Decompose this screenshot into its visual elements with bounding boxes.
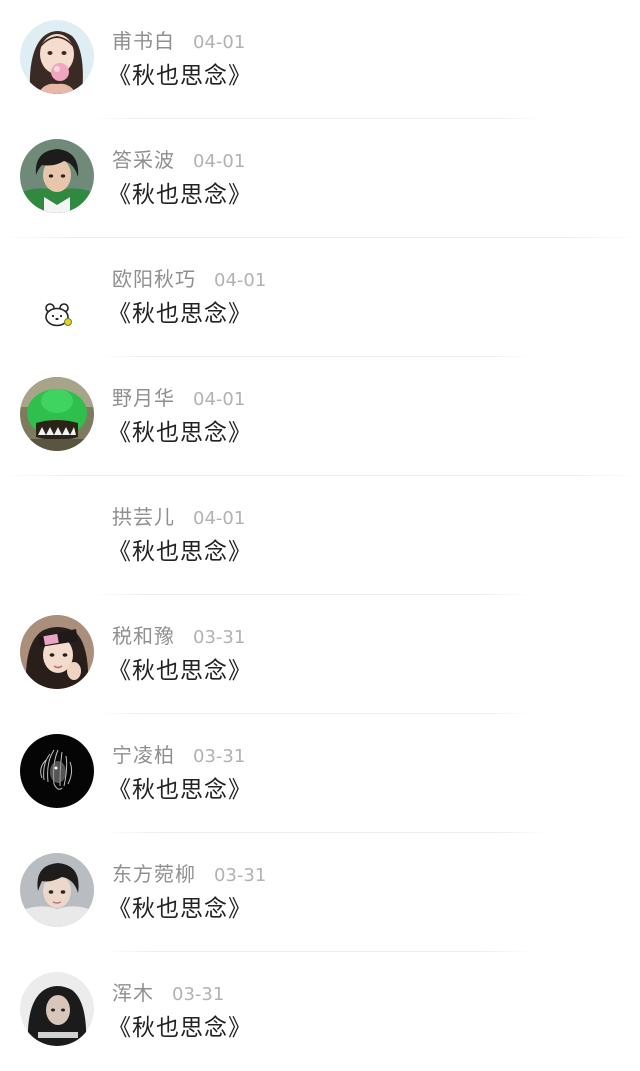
list-item[interactable]: 拱芸儿 04-01 《秋也思念》 [0, 476, 640, 595]
username[interactable]: 东方菀柳 [112, 862, 196, 886]
avatar[interactable] [20, 20, 94, 94]
comment-title[interactable]: 《秋也思念》 [108, 536, 252, 568]
list-item[interactable]: 东方菀柳 03-31 《秋也思念》 [0, 833, 640, 952]
comment-title[interactable]: 《秋也思念》 [108, 893, 252, 925]
list-item[interactable]: 答采波 04-01 《秋也思念》 [0, 119, 640, 238]
avatar[interactable] [20, 853, 94, 927]
comment-title[interactable]: 《秋也思念》 [108, 179, 252, 211]
avatar[interactable] [20, 258, 94, 332]
cartoon-bear-icon [20, 258, 94, 332]
black-white-lion-icon [20, 734, 94, 808]
comment-date: 03-31 [193, 627, 246, 648]
comment-list: 甫书白 04-01 《秋也思念》 答采波 04-01 《秋也思念》 欧阳秋巧 0… [0, 0, 640, 1070]
username[interactable]: 拱芸儿 [112, 505, 175, 529]
comment-date: 04-01 [193, 508, 246, 529]
username[interactable]: 税和豫 [112, 624, 175, 648]
comment-date: 04-01 [193, 151, 246, 172]
green-dinosaur-icon [20, 377, 94, 451]
list-item[interactable]: 税和豫 03-31 《秋也思念》 [0, 595, 640, 714]
avatar[interactable] [20, 615, 94, 689]
comment-title[interactable]: 《秋也思念》 [108, 298, 252, 330]
avatar[interactable] [20, 496, 94, 570]
username[interactable]: 野月华 [112, 386, 175, 410]
comment-date: 04-01 [193, 32, 246, 53]
comment-date: 03-31 [214, 865, 267, 886]
avatar[interactable] [20, 139, 94, 213]
comment-date: 03-31 [193, 746, 246, 767]
username[interactable]: 欧阳秋巧 [112, 267, 196, 291]
avatar[interactable] [20, 377, 94, 451]
list-item[interactable]: 甫书白 04-01 《秋也思念》 [0, 0, 640, 119]
young-man-portrait-icon [20, 853, 94, 927]
comment-title[interactable]: 《秋也思念》 [108, 655, 252, 687]
young-man-photo-icon [20, 139, 94, 213]
username[interactable]: 宁凌柏 [112, 743, 175, 767]
avatar[interactable] [20, 734, 94, 808]
list-item[interactable]: 宁凌柏 03-31 《秋也思念》 [0, 714, 640, 833]
girl-with-hat-icon [20, 615, 94, 689]
blank-avatar-icon [20, 496, 94, 570]
username[interactable]: 答采波 [112, 148, 175, 172]
comment-title[interactable]: 《秋也思念》 [108, 774, 252, 806]
cartoon-girl-bubble-icon [20, 20, 94, 94]
comment-date: 04-01 [214, 270, 267, 291]
username[interactable]: 甫书白 [112, 29, 175, 53]
username[interactable]: 浑木 [112, 981, 154, 1005]
list-item[interactable]: 野月华 04-01 《秋也思念》 [0, 357, 640, 476]
comment-title[interactable]: 《秋也思念》 [108, 1012, 252, 1044]
comment-title[interactable]: 《秋也思念》 [108, 417, 252, 449]
man-in-hoodie-icon [20, 972, 94, 1046]
list-item[interactable]: 浑木 03-31 《秋也思念》 [0, 952, 640, 1071]
comment-date: 03-31 [172, 984, 225, 1005]
comment-title[interactable]: 《秋也思念》 [108, 60, 252, 92]
avatar[interactable] [20, 972, 94, 1046]
comment-date: 04-01 [193, 389, 246, 410]
list-item[interactable]: 欧阳秋巧 04-01 《秋也思念》 [0, 238, 640, 357]
